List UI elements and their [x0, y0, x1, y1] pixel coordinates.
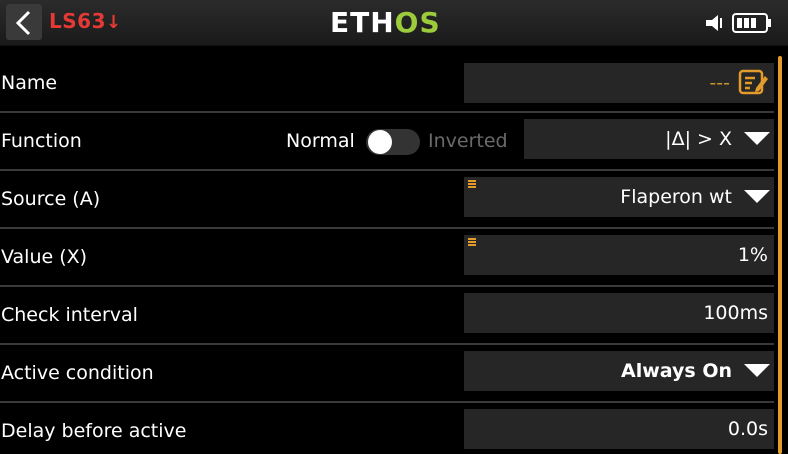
options-menu-icon[interactable] [468, 180, 476, 189]
row-active-condition: Active condition Always On [0, 345, 774, 403]
row-value: Value (X) 1% [0, 229, 774, 287]
row-check-interval: Check interval 100ms [0, 287, 774, 345]
source-label: Source (A) [1, 188, 101, 210]
value-field[interactable]: 1% [464, 235, 774, 275]
edit-icon[interactable] [738, 68, 770, 98]
name-label: Name [1, 72, 58, 94]
ethos-logo: ETHOS [330, 6, 441, 39]
check-interval-field[interactable]: 100ms [464, 293, 774, 333]
delay-before-active-field[interactable]: 0.0s [464, 409, 774, 449]
delay-before-active-value: 0.0s [727, 418, 768, 440]
value-label: Value (X) [1, 246, 88, 268]
source-value: Flaperon wt [620, 186, 732, 208]
speaker-icon[interactable] [704, 12, 726, 34]
row-source: Source (A) Flaperon wt [0, 171, 774, 229]
scrollbar[interactable] [778, 56, 782, 454]
chevron-down-icon [744, 132, 770, 145]
check-interval-label: Check interval [1, 304, 138, 326]
back-button[interactable] [6, 4, 42, 40]
row-function: Function Normal Inverted |Δ| > X [0, 113, 774, 171]
function-select[interactable]: |Δ| > X [524, 119, 774, 159]
options-menu-icon[interactable] [468, 238, 476, 247]
function-value: |Δ| > X [665, 128, 732, 150]
name-value: --- [709, 72, 730, 94]
name-field[interactable]: --- [464, 63, 774, 103]
active-condition-value: Always On [621, 360, 732, 382]
screen-id: LS63↓ [49, 9, 122, 33]
back-arrow-icon [15, 10, 31, 36]
chevron-down-icon [744, 364, 770, 377]
delay-before-active-label: Delay before active [1, 420, 187, 442]
chevron-down-icon [744, 190, 770, 203]
value-value: 1% [737, 244, 768, 266]
row-delay-before-active: Delay before active 0.0s [0, 403, 774, 454]
battery-icon[interactable] [732, 12, 772, 34]
toggle-normal-label: Normal [286, 130, 355, 152]
toggle-inverted-label: Inverted [428, 130, 508, 152]
row-name: Name --- [0, 55, 774, 113]
active-condition-select[interactable]: Always On [464, 351, 774, 391]
header-bar: LS63↓ ETHOS [0, 0, 788, 46]
invert-toggle[interactable] [366, 129, 420, 155]
check-interval-value: 100ms [703, 302, 768, 324]
toggle-knob [368, 130, 392, 154]
source-select[interactable]: Flaperon wt [464, 177, 774, 217]
active-condition-label: Active condition [1, 362, 154, 384]
function-label: Function [1, 130, 82, 152]
